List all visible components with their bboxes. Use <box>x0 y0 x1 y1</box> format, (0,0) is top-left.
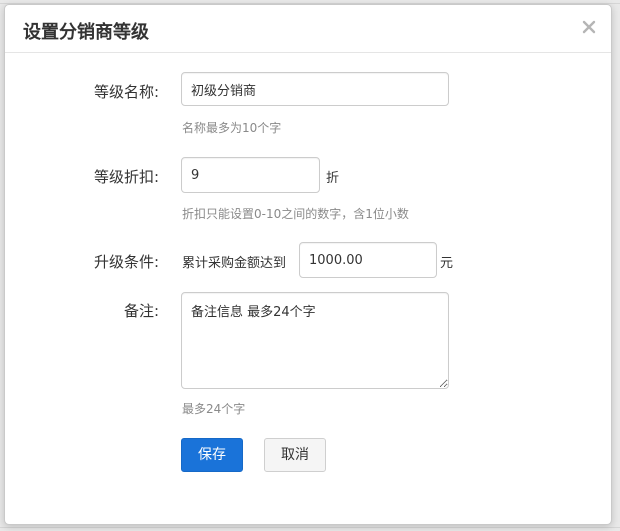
set-distributor-level-dialog: 设置分销商等级 等级名称: 名称最多为10个字 等级折扣: 折 折扣只能设置0-… <box>4 4 612 525</box>
level-name-label: 等级名称: <box>93 83 159 101</box>
close-button[interactable] <box>581 19 597 35</box>
upgrade-condition-label: 升级条件: <box>93 253 159 271</box>
level-name-help: 名称最多为10个字 <box>182 121 282 135</box>
level-name-input[interactable] <box>181 72 449 106</box>
purchase-amount-unit: 元 <box>440 256 454 271</box>
backdrop-divider-bottom <box>0 527 620 528</box>
cancel-button[interactable]: 取消 <box>264 438 326 472</box>
save-button[interactable]: 保存 <box>181 438 243 472</box>
remark-textarea[interactable]: 备注信息 最多24个字 <box>181 292 449 389</box>
close-icon <box>582 20 596 34</box>
discount-input[interactable] <box>181 157 320 193</box>
purchase-amount-input[interactable] <box>299 242 437 278</box>
discount-unit: 折 <box>326 171 340 186</box>
remark-label: 备注: <box>123 302 159 320</box>
remark-help: 最多24个字 <box>182 402 246 416</box>
upgrade-condition-prefix: 累计采购金额达到 <box>182 256 287 271</box>
discount-label: 等级折扣: <box>93 168 159 186</box>
dialog-title: 设置分销商等级 <box>23 22 149 43</box>
dialog-header: 设置分销商等级 <box>5 5 611 53</box>
discount-help: 折扣只能设置0-10之间的数字，含1位小数 <box>182 207 409 221</box>
